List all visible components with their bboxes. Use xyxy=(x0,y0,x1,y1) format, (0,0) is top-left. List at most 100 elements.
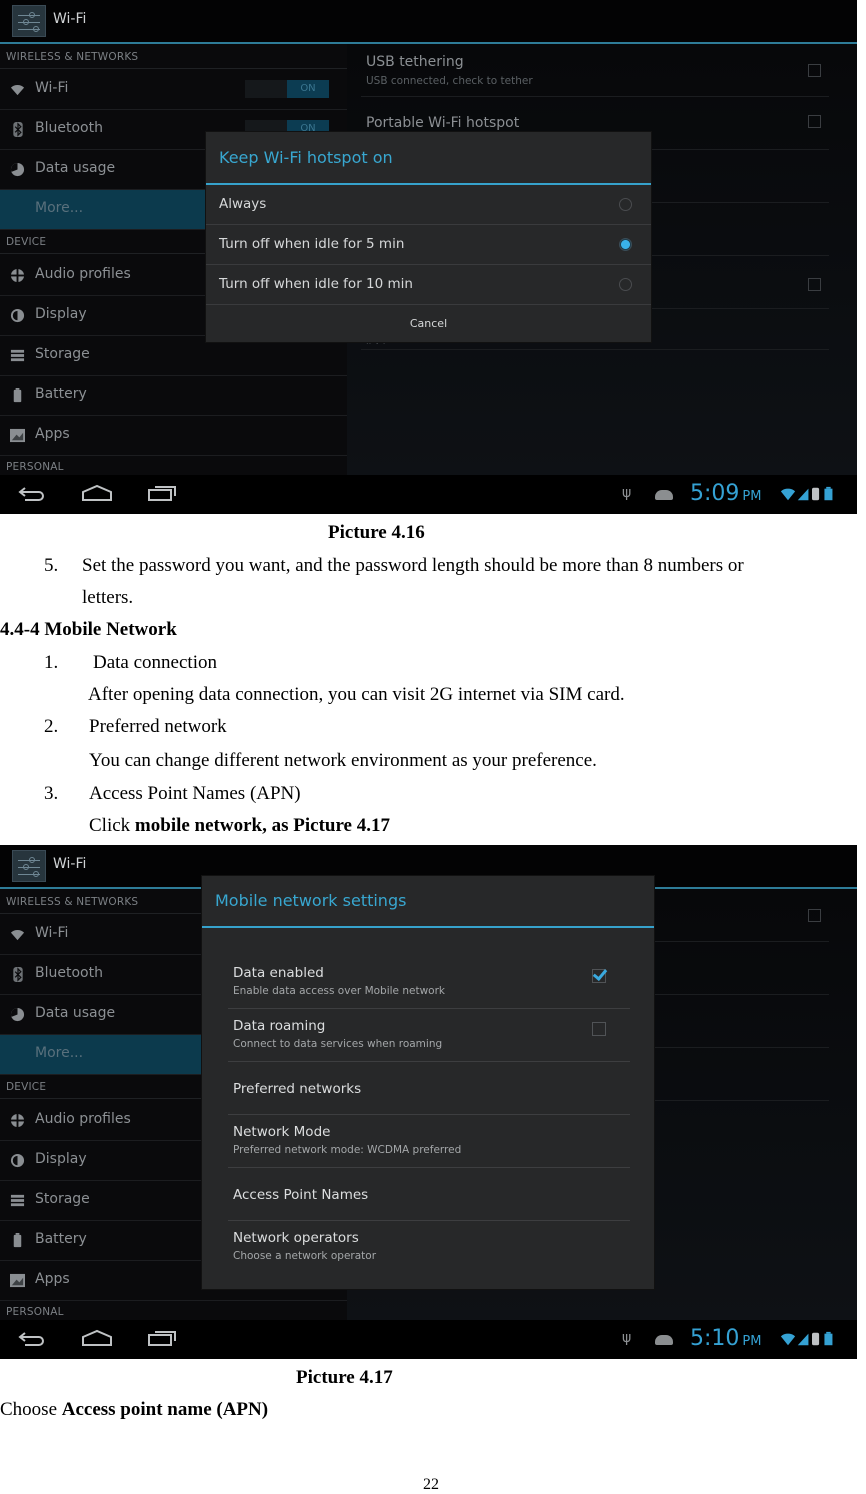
option-idle-10-min[interactable]: Turn off when idle for 10 min xyxy=(206,265,651,305)
preferred-networks-row[interactable]: Preferred networks xyxy=(228,1062,630,1115)
home-icon[interactable] xyxy=(81,1329,113,1347)
dialog-title: Mobile network settings xyxy=(215,891,407,910)
cell-signal-icon xyxy=(797,488,809,501)
data-roaming-checkbox[interactable] xyxy=(592,1022,606,1036)
status-clock: 5:09 PM xyxy=(690,481,761,506)
sidebar-item-label: Bluetooth xyxy=(35,965,103,981)
figure-caption-4-16: Picture 4.16 xyxy=(328,522,425,543)
recent-apps-icon[interactable] xyxy=(147,484,177,502)
sidebar-item-label: Wi-Fi xyxy=(35,80,69,96)
figure-caption-4-17: Picture 4.17 xyxy=(296,1367,393,1388)
radio-button-selected[interactable] xyxy=(619,238,632,251)
settings-app-icon[interactable] xyxy=(12,5,46,37)
display-icon xyxy=(10,308,25,323)
row-title: Network Mode xyxy=(233,1124,331,1140)
network-mode-row[interactable]: Network Mode Preferred network mode: WCD… xyxy=(228,1115,630,1168)
row-title: Data roaming xyxy=(233,1018,326,1034)
portable-hotspot-checkbox[interactable] xyxy=(808,115,821,128)
section-personal: PERSONAL xyxy=(6,461,64,473)
radio-button[interactable] xyxy=(619,278,632,291)
bluetooth-icon xyxy=(10,967,25,982)
screenshot-picture-4-16: Wi-Fi WIRELESS & NETWORKS Wi-Fi ON Bluet… xyxy=(0,0,857,514)
step-2-title: Preferred network xyxy=(89,716,227,737)
usb-tethering-checkbox[interactable] xyxy=(808,64,821,77)
android-debug-icon xyxy=(655,490,673,500)
sidebar-item-wifi[interactable]: Wi-Fi ON xyxy=(0,70,347,110)
final-instruction-text: Choose xyxy=(0,1399,62,1420)
step-3-number: 3. xyxy=(44,783,59,804)
back-icon[interactable] xyxy=(17,484,45,502)
section-wireless-networks: WIRELESS & NETWORKS xyxy=(6,51,139,63)
app-title: Wi-Fi xyxy=(53,11,87,27)
recent-apps-icon[interactable] xyxy=(147,1329,177,1347)
app-title: Wi-Fi xyxy=(53,856,87,872)
sidebar-item-label: Apps xyxy=(35,1271,70,1287)
clock-time: 5:09 xyxy=(690,481,740,506)
row-title: Access Point Names xyxy=(233,1187,369,1203)
row-title: Data enabled xyxy=(233,965,324,981)
step-3-body-text: Click xyxy=(89,815,135,836)
bluetooth-status-icon xyxy=(812,487,820,501)
row-summary: Enable data access over Mobile network xyxy=(233,985,445,997)
network-operators-row[interactable]: Network operators Choose a network opera… xyxy=(228,1221,630,1273)
sidebar-item-apps[interactable]: Apps xyxy=(0,416,347,456)
back-icon[interactable] xyxy=(17,1329,45,1347)
sidebar-item-label: Apps xyxy=(35,426,70,442)
access-point-names-row[interactable]: Access Point Names xyxy=(228,1168,630,1221)
storage-icon xyxy=(10,1193,25,1208)
data-enabled-row[interactable]: Data enabled Enable data access over Mob… xyxy=(228,956,630,1009)
option-label: Always xyxy=(219,196,267,212)
sidebar-item-label: Data usage xyxy=(35,1005,116,1021)
sidebar-item-label: Data usage xyxy=(35,160,116,176)
section-heading: 4.4-4 Mobile Network xyxy=(0,619,177,640)
clock-ampm: PM xyxy=(742,1334,762,1349)
step-5-text: Set the password you want, and the passw… xyxy=(82,555,744,576)
row-summary: Preferred network mode: WCDMA preferred xyxy=(233,1144,462,1156)
wifi-icon xyxy=(10,927,25,942)
option-idle-5-min[interactable]: Turn off when idle for 5 min xyxy=(206,225,651,265)
wifi-toggle[interactable]: ON xyxy=(245,80,329,98)
section-device: DEVICE xyxy=(6,1081,47,1093)
step-3-title: Access Point Names (APN) xyxy=(89,783,301,804)
sidebar-item-label: Audio profiles xyxy=(35,1111,131,1127)
home-icon[interactable] xyxy=(81,484,113,502)
usb-icon: ψ xyxy=(622,485,632,501)
battery-charging-icon xyxy=(824,1331,833,1346)
step-5-text-cont: letters. xyxy=(82,587,134,608)
action-bar: Wi-Fi xyxy=(0,0,857,44)
usb-tethering-title: USB tethering xyxy=(366,54,464,70)
usb-tethering-summary: USB connected, check to tether xyxy=(366,75,533,87)
settings-checkbox[interactable] xyxy=(808,909,821,922)
sidebar-item-label: Display xyxy=(35,1151,87,1167)
dialog-title-divider xyxy=(202,926,654,928)
row-title: Preferred networks xyxy=(233,1081,362,1097)
bluetooth-icon xyxy=(10,122,25,137)
sidebar-item-storage[interactable]: Storage xyxy=(0,336,347,376)
step-5-number: 5. xyxy=(44,555,59,576)
apps-icon xyxy=(10,428,25,443)
wifi-signal-icon xyxy=(780,1333,796,1346)
radio-button[interactable] xyxy=(619,198,632,211)
audio-profiles-icon xyxy=(10,1113,25,1128)
page-number: 22 xyxy=(423,1476,439,1493)
data-usage-icon xyxy=(10,162,25,177)
battery-charging-icon xyxy=(824,486,833,501)
apps-icon xyxy=(10,1273,25,1288)
data-enabled-checkbox-checked[interactable] xyxy=(592,969,606,983)
keep-hotspot-dialog: Keep Wi-Fi hotspot on Always Turn off wh… xyxy=(206,132,651,342)
system-navigation-bar: ψ 5:09 PM xyxy=(0,475,857,514)
usb-tethering-row[interactable]: USB tethering USB connected, check to te… xyxy=(361,44,829,97)
wifi-icon xyxy=(10,82,25,97)
section-wireless-networks: WIRELESS & NETWORKS xyxy=(6,896,139,908)
system-navigation-bar: ψ 5:10 PM xyxy=(0,1320,857,1359)
final-instruction-bold: Access point name (APN) xyxy=(61,1399,269,1420)
option-always[interactable]: Always xyxy=(206,185,651,225)
sidebar-item-battery[interactable]: Battery xyxy=(0,376,347,416)
dialog-title: Keep Wi-Fi hotspot on xyxy=(219,148,393,167)
cancel-button[interactable]: Cancel xyxy=(206,317,651,330)
step-3-body-bold: mobile network, as Picture 4.17 xyxy=(134,815,390,836)
step-1-title: Data connection xyxy=(93,652,217,673)
settings-app-icon[interactable] xyxy=(12,850,46,882)
option-label: Turn off when idle for 10 min xyxy=(219,276,413,292)
data-roaming-row[interactable]: Data roaming Connect to data services wh… xyxy=(228,1009,630,1062)
